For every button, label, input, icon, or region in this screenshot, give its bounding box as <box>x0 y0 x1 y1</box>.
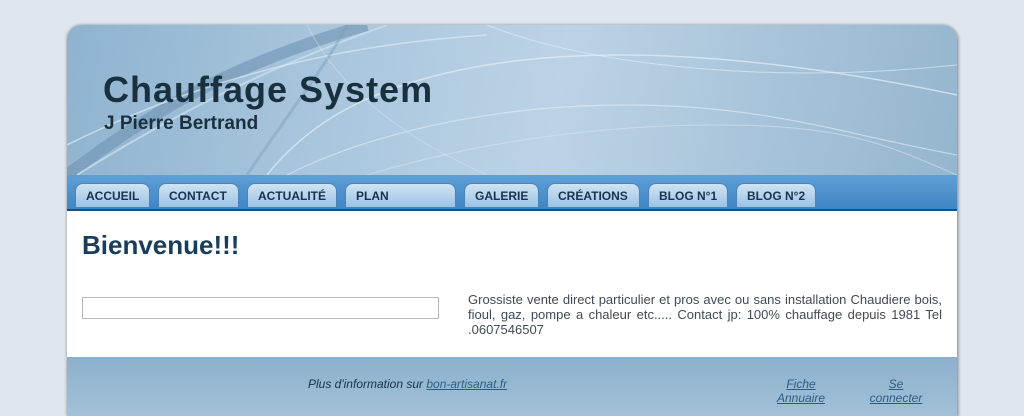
footer-info: Plus d'information sur bon-artisanat.fr <box>308 377 507 391</box>
nav-tab-contact[interactable]: CONTACT <box>158 183 239 207</box>
fiche-annuaire-line2: Annuaire <box>776 391 826 405</box>
nav-tab-actualite[interactable]: ACTUALITÉ <box>247 183 337 207</box>
empty-text-field[interactable] <box>82 297 439 319</box>
site-title: Chauffage System <box>103 69 434 110</box>
nav-tab-accueil[interactable]: ACCUEIL <box>75 183 150 207</box>
business-description: Grossiste vente direct particulier et pr… <box>468 292 942 337</box>
site-subtitle: J Pierre Bertrand <box>104 113 259 134</box>
fiche-annuaire-link[interactable]: Fiche Annuaire <box>770 377 832 405</box>
footer: Plus d'information sur bon-artisanat.fr … <box>67 357 957 416</box>
bon-artisanat-link[interactable]: bon-artisanat.fr <box>426 377 507 391</box>
footer-info-text: Plus d'information sur <box>308 377 424 391</box>
se-connecter-line1: Se <box>888 377 904 391</box>
fiche-annuaire-line1: Fiche <box>786 377 816 391</box>
page-heading: Bienvenue!!! <box>82 230 240 260</box>
se-connecter-link[interactable]: Se connecter <box>864 377 928 405</box>
main-navigation: ACCUEIL CONTACT ACTUALITÉ PLAN GALERIE C… <box>67 175 957 211</box>
nav-tab-galerie[interactable]: GALERIE <box>464 183 539 207</box>
nav-tab-creations[interactable]: CRÉATIONS <box>547 183 640 207</box>
nav-tab-plan[interactable]: PLAN <box>345 183 456 207</box>
header-banner: Chauffage System J Pierre Bertrand <box>67 25 957 175</box>
se-connecter-line2: connecter <box>869 391 923 405</box>
nav-tab-blog-2[interactable]: BLOG N°2 <box>736 183 816 207</box>
site-container: Chauffage System J Pierre Bertrand ACCUE… <box>67 25 957 416</box>
nav-tab-blog-1[interactable]: BLOG N°1 <box>648 183 728 207</box>
